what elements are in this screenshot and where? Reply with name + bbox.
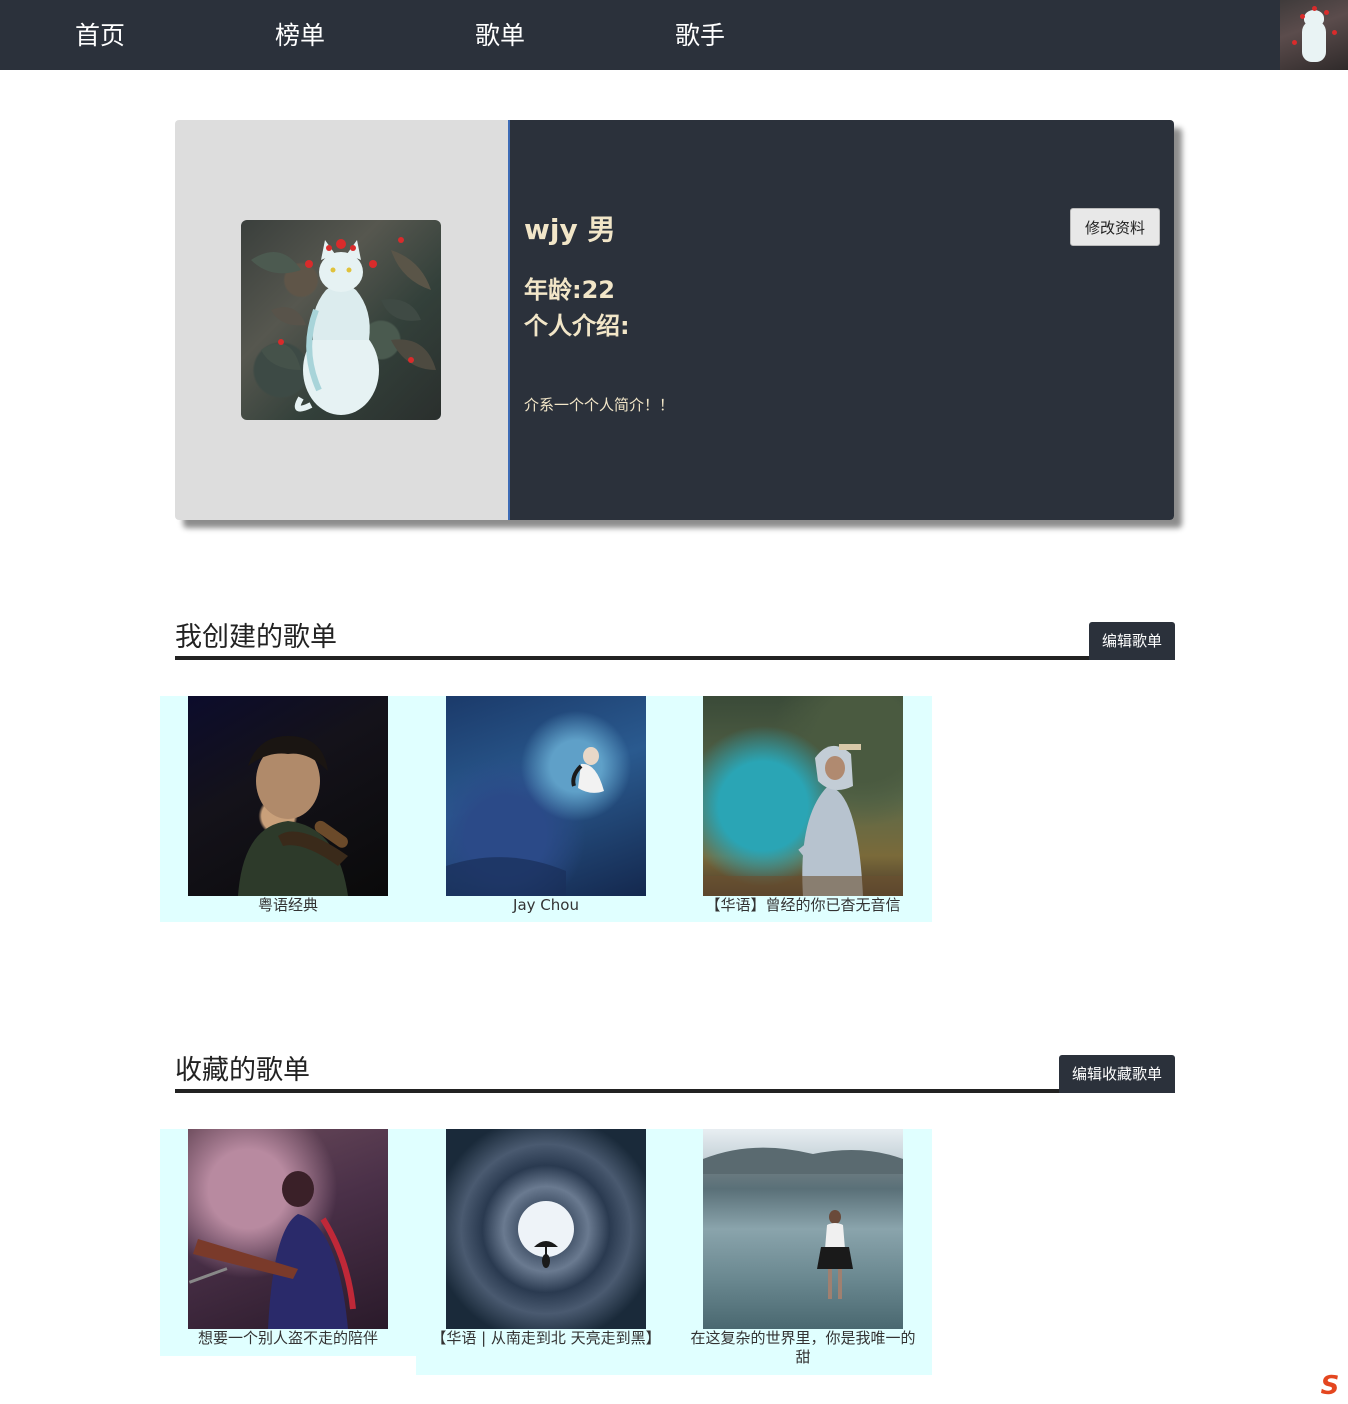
profile-info-panel: wjy 男 年龄:22 个人介绍: 介系一个个人简介！！ 修改资料 bbox=[508, 120, 1174, 520]
collected-playlists-header: 收藏的歌单 编辑收藏歌单 bbox=[175, 1049, 1175, 1093]
playlist-card[interactable]: Jay Chou bbox=[418, 696, 674, 922]
playlist-card[interactable]: 粤语经典 bbox=[160, 696, 416, 922]
collected-playlists-grid: 想要一个别人盗不走的陪伴 【华语 | 从南走到北 天亮走到黑】 在这复杂的世界里… bbox=[160, 1129, 932, 1375]
playlist-name[interactable]: 【华语 | 从南走到北 天亮走到黑】 bbox=[428, 1329, 664, 1348]
playlist-card[interactable]: 【华语 | 从南走到北 天亮走到黑】 bbox=[418, 1129, 674, 1375]
edit-profile-button[interactable]: 修改资料 bbox=[1070, 208, 1160, 246]
nav-item-charts[interactable]: 榜单 bbox=[275, 18, 325, 54]
nav-item-singers[interactable]: 歌手 bbox=[675, 18, 725, 54]
playlist-card[interactable]: 【华语】曾经的你已杳无音信 bbox=[675, 696, 931, 922]
user-name: wjy 男 bbox=[524, 213, 616, 246]
user-age: 年龄:22 bbox=[524, 276, 615, 304]
user-avatar[interactable] bbox=[1280, 0, 1348, 70]
profile-avatar-image bbox=[241, 220, 441, 420]
playlist-cover-image[interactable] bbox=[188, 696, 388, 896]
nav-item-home[interactable]: 首页 bbox=[75, 18, 125, 54]
playlist-card[interactable]: 在这复杂的世界里，你是我唯一的甜 bbox=[675, 1129, 931, 1375]
created-playlists-header: 我创建的歌单 编辑歌单 bbox=[175, 616, 1175, 660]
playlist-name[interactable]: 在这复杂的世界里，你是我唯一的甜 bbox=[685, 1329, 921, 1367]
created-playlists-title: 我创建的歌单 bbox=[175, 622, 337, 653]
ime-logo-icon[interactable]: S bbox=[1316, 1372, 1344, 1400]
playlist-name[interactable]: 想要一个别人盗不走的陪伴 bbox=[170, 1329, 406, 1348]
playlist-cover-image[interactable] bbox=[188, 1129, 388, 1329]
collected-playlists-title: 收藏的歌单 bbox=[175, 1055, 310, 1086]
playlist-card[interactable]: 想要一个别人盗不走的陪伴 bbox=[160, 1129, 416, 1356]
top-navbar: 首页 榜单 歌单 歌手 bbox=[0, 0, 1348, 70]
playlist-cover-image[interactable] bbox=[446, 1129, 646, 1329]
nav-item-playlists[interactable]: 歌单 bbox=[475, 18, 525, 54]
created-playlists-grid: 粤语经典 Jay Chou 【华语】曾经的你已杳无音信 bbox=[160, 696, 932, 922]
playlist-cover-image[interactable] bbox=[703, 696, 903, 896]
playlist-name[interactable]: Jay Chou bbox=[428, 896, 664, 915]
playlist-cover-image[interactable] bbox=[446, 696, 646, 896]
playlist-cover-image[interactable] bbox=[703, 1129, 903, 1329]
user-intro-label: 个人介绍: bbox=[524, 312, 630, 340]
playlist-name[interactable]: 【华语】曾经的你已杳无音信 bbox=[685, 896, 921, 915]
playlist-name[interactable]: 粤语经典 bbox=[170, 896, 406, 915]
edit-collected-playlists-button[interactable]: 编辑收藏歌单 bbox=[1058, 1055, 1175, 1093]
edit-playlists-button[interactable]: 编辑歌单 bbox=[1088, 622, 1175, 660]
user-intro: 介系一个个人简介！！ bbox=[524, 396, 675, 414]
profile-avatar-panel bbox=[175, 120, 508, 520]
profile-card: wjy 男 年龄:22 个人介绍: 介系一个个人简介！！ 修改资料 bbox=[175, 120, 1174, 520]
